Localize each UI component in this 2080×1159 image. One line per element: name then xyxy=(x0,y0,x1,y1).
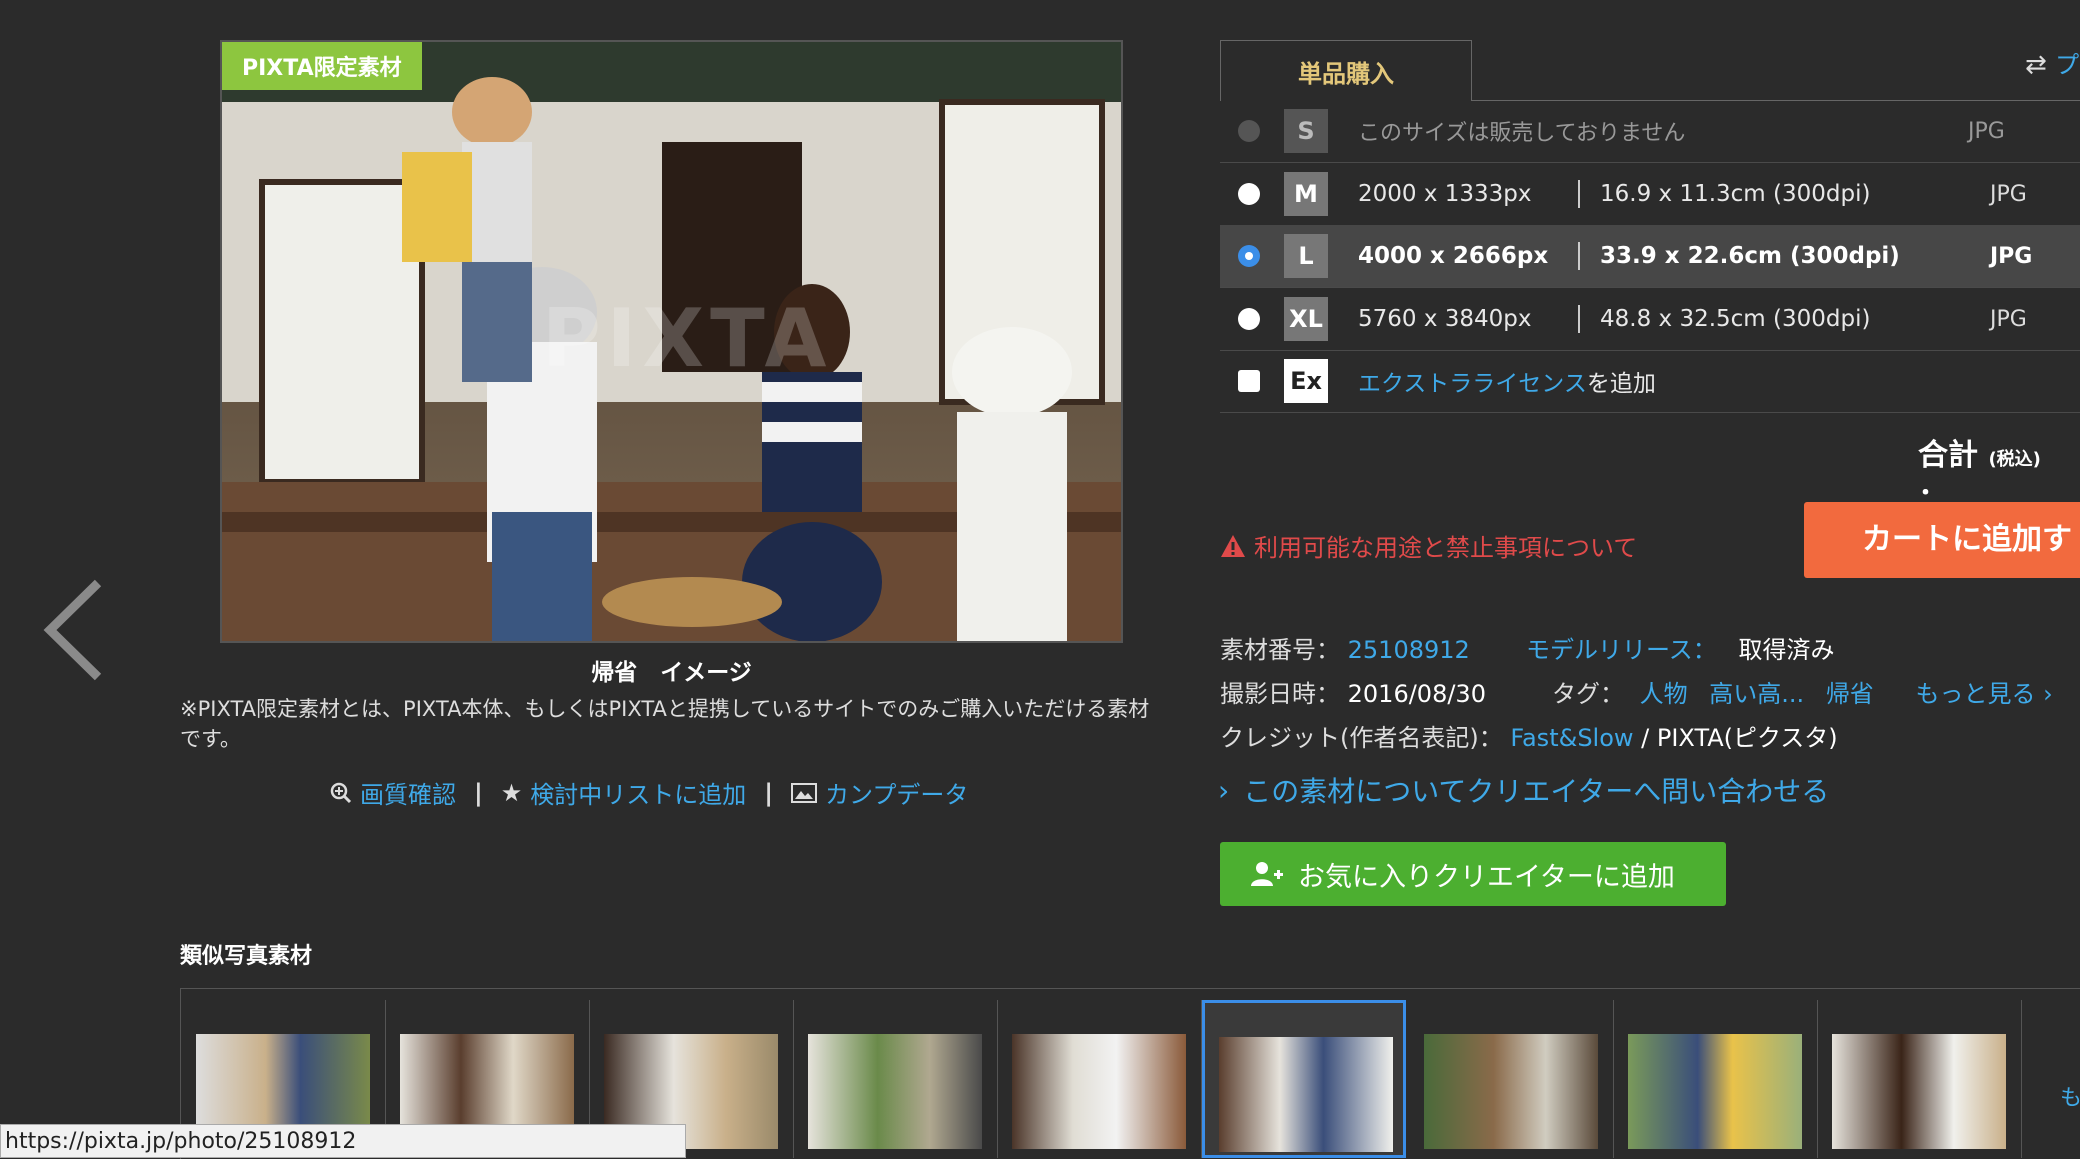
add-favorite-creator-button[interactable]: お気に入りクリエイターに追加 xyxy=(1220,842,1726,906)
size-separator xyxy=(1578,305,1580,333)
size-code: S xyxy=(1284,109,1328,153)
extra-license-link[interactable]: エクストラライセンス xyxy=(1358,371,1587,397)
tool-separator: | xyxy=(764,778,774,807)
size-option-l[interactable]: L 4000 x 2666px 33.9 x 22.6cm (300dpi) J… xyxy=(1220,225,2080,288)
credit-row: クレジット(作者名表記)： Fast&Slow / PIXTA(ピクスタ) xyxy=(1220,718,1838,753)
quality-check-label: 画質確認 xyxy=(360,781,456,809)
add-to-wishlist-link[interactable]: ★ 検討中リストに追加 xyxy=(501,775,747,810)
shoot-date-row: 撮影日時： 2016/08/30 xyxy=(1220,674,1486,709)
extra-license-suffix: を追加 xyxy=(1586,371,1656,397)
size-pixels: 4000 x 2666px xyxy=(1358,243,1549,269)
shoot-date-value: 2016/08/30 xyxy=(1347,680,1486,708)
extra-license-checkbox[interactable] xyxy=(1238,370,1260,392)
similar-photo-thumb[interactable] xyxy=(998,1000,1202,1158)
tag-link[interactable]: 帰省 xyxy=(1826,680,1874,708)
more-tags-link[interactable]: もっと見る › xyxy=(1915,680,2052,708)
size-radio-s xyxy=(1238,120,1260,142)
shoot-date-label: 撮影日時： xyxy=(1220,680,1340,708)
similar-photo-thumb[interactable] xyxy=(794,1000,998,1158)
photo-id-value[interactable]: 25108912 xyxy=(1348,636,1470,664)
exclusive-note: ※PIXTA限定素材とは、PIXTA本体、もしくはPIXTAと提携しているサイト… xyxy=(180,697,1150,751)
size-pixels: 5760 x 3840px xyxy=(1358,306,1532,332)
tags-row: タグ： 人物 高い高... 帰省 もっと見る › xyxy=(1552,674,2053,709)
similar-photo-thumb[interactable] xyxy=(1818,1000,2022,1158)
size-cm: 48.8 x 32.5cm (300dpi) xyxy=(1600,306,1871,332)
add-to-cart-button[interactable]: カートに追加す xyxy=(1804,502,2080,578)
size-format: JPG xyxy=(1990,306,2027,332)
size-code: L xyxy=(1284,234,1328,278)
swap-icon: ⇄ xyxy=(2025,50,2047,80)
model-release-value: 取得済み xyxy=(1738,636,1835,664)
size-option-s: S このサイズは販売しておりません JPG xyxy=(1220,100,2080,163)
tab-single-purchase[interactable]: 単品購入 xyxy=(1220,40,1472,101)
extra-license-option[interactable]: Ex エクストラライセンスを追加 xyxy=(1220,350,2080,413)
photo-caption: 帰省 イメージ xyxy=(591,660,752,686)
size-pixels: 2000 x 1333px xyxy=(1358,181,1532,207)
tag-link[interactable]: 人物 xyxy=(1640,680,1688,708)
quality-check-link[interactable]: 画質確認 xyxy=(330,775,456,810)
comp-data-label: カンプデータ xyxy=(825,781,969,809)
size-radio-l[interactable] xyxy=(1238,245,1260,267)
chevron-right-icon: › xyxy=(2043,680,2053,708)
size-option-xl[interactable]: XL 5760 x 3840px 48.8 x 32.5cm (300dpi) … xyxy=(1220,288,2080,351)
size-format: JPG xyxy=(1968,118,2005,144)
contact-creator-link[interactable]: › この素材についてクリエイターへ問い合わせる xyxy=(1218,770,1829,810)
photo-id-label: 素材番号： xyxy=(1220,636,1340,664)
model-release-row: モデルリリース： 取得済み xyxy=(1526,630,1834,665)
similar-photo-thumb-current[interactable] xyxy=(1202,1000,1406,1158)
size-code: M xyxy=(1284,172,1328,216)
size-option-m[interactable]: M 2000 x 1333px 16.9 x 11.3cm (300dpi) J… xyxy=(1220,163,2080,226)
tool-separator: | xyxy=(474,778,483,807)
photo-tools: 画質確認 | ★ 検討中リストに追加 | カンプデータ xyxy=(330,775,968,810)
star-icon: ★ xyxy=(500,778,523,807)
similar-photo-thumb[interactable] xyxy=(1410,1000,1614,1158)
credit-author-link[interactable]: Fast&Slow xyxy=(1510,724,1633,752)
main-photo[interactable]: PIXTA xyxy=(220,40,1123,643)
credit-label: クレジット(作者名表記)： xyxy=(1220,724,1503,752)
watermark: PIXTA xyxy=(542,292,833,385)
status-bar-url: https://pixta.jp/photo/25108912 xyxy=(0,1124,686,1158)
usage-warning-link[interactable]: 利用可能な用途と禁止事項について xyxy=(1220,528,1637,563)
plan-switch[interactable]: ⇄ プ xyxy=(2025,45,2079,80)
image-icon xyxy=(791,782,818,803)
size-radio-xl[interactable] xyxy=(1238,308,1260,330)
size-code: XL xyxy=(1284,297,1328,341)
total-text: 合計 xyxy=(1918,438,1978,473)
size-separator xyxy=(1578,242,1580,270)
tags-label: タグ： xyxy=(1552,680,1624,708)
similar-more-link[interactable]: も xyxy=(2060,1080,2080,1112)
chevron-right-icon: › xyxy=(1218,773,1230,807)
size-format: JPG xyxy=(1990,243,2033,269)
size-format: JPG xyxy=(1990,181,2027,207)
size-unavailable-text: このサイズは販売しておりません xyxy=(1358,121,1686,146)
similar-photo-thumb[interactable] xyxy=(1614,1000,1818,1158)
warning-icon xyxy=(1221,534,1245,557)
wishlist-label: 検討中リストに追加 xyxy=(530,781,747,809)
similar-photos-heading: 類似写真素材 xyxy=(180,944,313,969)
user-add-icon xyxy=(1251,862,1283,886)
zoom-icon xyxy=(330,782,352,803)
tag-link[interactable]: 高い高... xyxy=(1709,680,1804,708)
contact-creator-label: この素材についてクリエイターへ問い合わせる xyxy=(1243,775,1830,808)
photo-id-row: 素材番号： 25108912 xyxy=(1220,630,1470,665)
usage-warning-text: 利用可能な用途と禁止事項について xyxy=(1254,534,1638,562)
previous-photo-arrow-icon[interactable] xyxy=(40,575,110,685)
model-release-label[interactable]: モデルリリース： xyxy=(1526,636,1717,664)
size-cm: 33.9 x 22.6cm (300dpi) xyxy=(1600,243,1900,269)
comp-data-link[interactable]: カンプデータ xyxy=(791,775,968,810)
add-favorite-creator-label: お気に入りクリエイターに追加 xyxy=(1298,861,1675,893)
more-tags-label: もっと見る xyxy=(1915,680,2036,708)
credit-separator: / xyxy=(1633,724,1657,752)
credit-site: PIXTA(ピクスタ) xyxy=(1656,724,1838,752)
size-radio-m[interactable] xyxy=(1238,183,1260,205)
size-cm: 16.9 x 11.3cm (300dpi) xyxy=(1600,181,1871,207)
total-tax-note: (税込) xyxy=(1988,449,2041,470)
size-separator xyxy=(1578,180,1580,208)
plan-switch-label: プ xyxy=(2055,51,2080,79)
size-code: Ex xyxy=(1284,359,1328,403)
exclusive-badge: PIXTA限定素材 xyxy=(222,42,422,90)
